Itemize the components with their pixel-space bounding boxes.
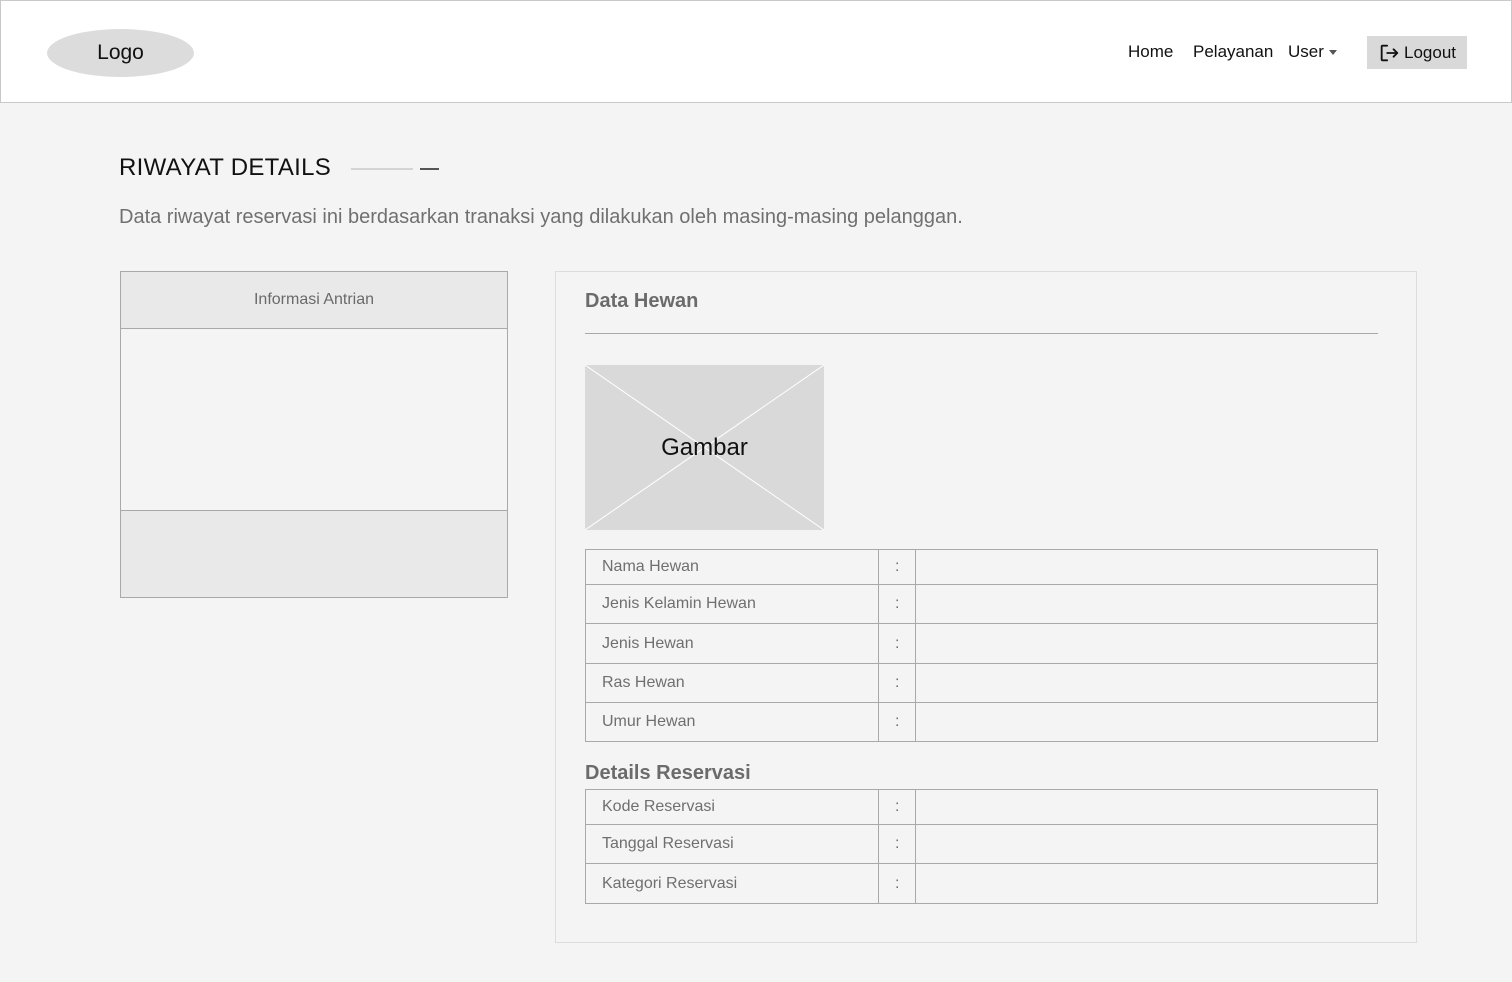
row-label: Jenis Kelamin Hewan [585, 584, 879, 624]
row-value [915, 663, 1378, 703]
section-divider [585, 333, 1378, 334]
table-row: Jenis Hewan : [585, 623, 1378, 664]
row-label: Ras Hewan [585, 663, 879, 703]
image-placeholder-label: Gambar [661, 433, 748, 461]
navbar: Logo Home Pelayanan User Logout [0, 0, 1512, 103]
details-reservasi-title: Details Reservasi [585, 762, 751, 784]
row-separator: : [877, 663, 917, 703]
reservation-table: Kode Reservasi : Tanggal Reservasi : Kat… [585, 789, 1378, 904]
logo[interactable]: Logo [47, 29, 194, 77]
row-value [915, 623, 1378, 664]
logout-button[interactable]: Logout [1367, 36, 1467, 69]
row-value [915, 824, 1378, 864]
row-value [915, 789, 1378, 825]
nav-user-label: User [1288, 42, 1324, 61]
row-separator: : [877, 863, 917, 904]
logout-label: Logout [1404, 42, 1456, 62]
row-label: Jenis Hewan [585, 623, 879, 664]
queue-info-footer [121, 510, 507, 597]
row-separator: : [877, 584, 917, 624]
queue-info-card: Informasi Antrian [120, 271, 508, 598]
nav-user-dropdown[interactable]: User [1288, 42, 1337, 62]
pet-details-card: Data Hewan Gambar Nama Hewan : Jenis Kel… [555, 271, 1417, 943]
row-separator: : [877, 549, 917, 585]
table-row: Nama Hewan : [585, 549, 1378, 585]
nav-pelayanan-link[interactable]: Pelayanan [1193, 42, 1273, 62]
row-label: Umur Hewan [585, 702, 879, 742]
row-separator: : [877, 789, 917, 825]
row-separator: : [877, 824, 917, 864]
data-hewan-title: Data Hewan [585, 290, 699, 312]
pet-data-table: Nama Hewan : Jenis Kelamin Hewan : Jenis… [585, 549, 1378, 742]
queue-info-header: Informasi Antrian [121, 272, 507, 329]
page-description: Data riwayat reservasi ini berdasarkan t… [119, 206, 963, 228]
nav-home-link[interactable]: Home [1128, 42, 1173, 62]
caret-down-icon [1328, 50, 1337, 55]
row-value [915, 549, 1378, 585]
queue-info-body [121, 329, 507, 510]
row-separator: : [877, 623, 917, 664]
row-value [915, 584, 1378, 624]
table-row: Jenis Kelamin Hewan : [585, 584, 1378, 624]
row-separator: : [877, 702, 917, 742]
table-row: Kategori Reservasi : [585, 863, 1378, 904]
row-label: Nama Hewan [585, 549, 879, 585]
table-row: Umur Hewan : [585, 702, 1378, 742]
pet-image-placeholder: Gambar [585, 365, 824, 530]
page-title: RIWAYAT DETAILS [119, 154, 332, 181]
title-decoration-line [351, 168, 413, 170]
title-decoration-dash [420, 168, 439, 170]
row-label: Tanggal Reservasi [585, 824, 879, 864]
row-value [915, 863, 1378, 904]
row-value [915, 702, 1378, 742]
table-row: Kode Reservasi : [585, 789, 1378, 825]
logout-icon [1380, 44, 1399, 61]
table-row: Ras Hewan : [585, 663, 1378, 703]
row-label: Kode Reservasi [585, 789, 879, 825]
row-label: Kategori Reservasi [585, 863, 879, 904]
table-row: Tanggal Reservasi : [585, 824, 1378, 864]
